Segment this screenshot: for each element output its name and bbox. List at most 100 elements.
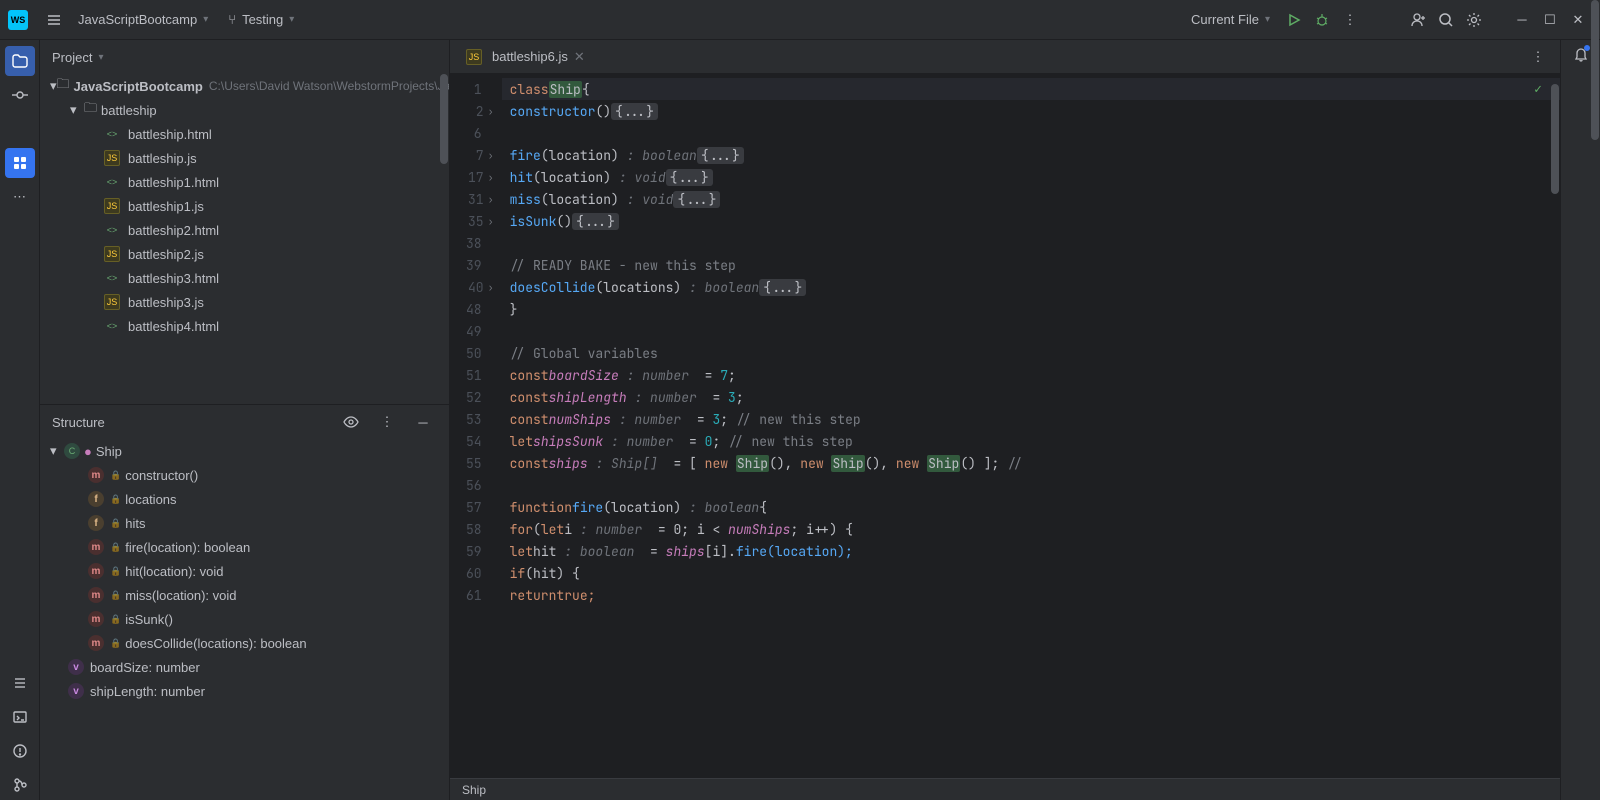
branch-name-label: Testing	[242, 12, 283, 27]
structure-tool-button[interactable]	[5, 148, 35, 178]
app-logo-icon: WS	[8, 10, 28, 30]
run-button[interactable]	[1280, 6, 1308, 34]
file-label: battleship4.html	[128, 319, 219, 334]
fold-icon[interactable]: ›	[488, 193, 494, 206]
structure-global[interactable]: vshipLength: number	[40, 679, 449, 703]
tree-file[interactable]: <>battleship4.html	[40, 314, 449, 338]
structure-member[interactable]: m🔒fire(location): boolean	[40, 535, 449, 559]
tree-folder[interactable]: ▾ 🗀 battleship	[40, 98, 449, 122]
debug-button[interactable]	[1308, 6, 1336, 34]
field-icon: f	[88, 491, 104, 507]
method-icon: m	[88, 563, 104, 579]
close-window-button[interactable]: ✕	[1564, 6, 1592, 34]
tree-file[interactable]: JSbattleship1.js	[40, 194, 449, 218]
vcs-branch-selector[interactable]: ⑂ Testing ▾	[218, 6, 304, 33]
line-number: 40 ›	[466, 276, 494, 298]
line-number: 50	[466, 342, 494, 364]
js-file-icon: JS	[104, 246, 120, 262]
breadcrumb-bar[interactable]: Ship	[450, 778, 1560, 800]
project-selector[interactable]: JavaScriptBootcamp ▾	[68, 6, 218, 33]
todo-tool-button[interactable]	[5, 668, 35, 698]
fold-icon[interactable]: ›	[488, 105, 494, 118]
member-label: constructor()	[125, 468, 198, 483]
structure-member[interactable]: m🔒miss(location): void	[40, 583, 449, 607]
tree-file[interactable]: JSbattleship3.js	[40, 290, 449, 314]
structure-member[interactable]: f🔒hits	[40, 511, 449, 535]
html-file-icon: <>	[104, 222, 120, 238]
structure-global[interactable]: vboardSize: number	[40, 655, 449, 679]
editor-tab[interactable]: JS battleship6.js ✕	[458, 40, 593, 74]
maximize-window-button[interactable]: ☐	[1536, 6, 1564, 34]
line-number: 56	[466, 474, 494, 496]
main-menu-button[interactable]	[40, 6, 68, 34]
class-icon: C	[64, 443, 80, 459]
expand-icon[interactable]: ▾	[50, 443, 64, 459]
line-number: 6	[466, 122, 494, 144]
notifications-button[interactable]	[1573, 46, 1589, 65]
more-tools-button[interactable]: ⋯	[5, 182, 35, 212]
left-tool-strip: ⋯	[0, 40, 40, 800]
structure-member[interactable]: m🔒isSunk()	[40, 607, 449, 631]
structure-member[interactable]: m🔒constructor()	[40, 463, 449, 487]
global-label: boardSize: number	[90, 660, 200, 675]
commit-tool-button[interactable]	[5, 80, 35, 110]
member-label: fire(location): boolean	[125, 540, 250, 555]
chevron-down-icon: ▾	[203, 14, 208, 25]
line-number: 7 ›	[466, 144, 494, 166]
tree-file[interactable]: JSbattleship2.js	[40, 242, 449, 266]
close-tab-button[interactable]: ✕	[574, 49, 585, 65]
breadcrumb-item[interactable]: Ship	[462, 783, 486, 797]
problems-tool-button[interactable]	[5, 736, 35, 766]
chevron-down-icon: ▾	[98, 52, 103, 63]
editor-area: JS battleship6.js ✕ ⋮ 1 2 ›6 7 ›17 ›31 ›…	[450, 40, 1560, 800]
project-panel: Project ▾ ▾ 🗀 JavaScriptBootcamp C:\User…	[40, 40, 450, 800]
line-number: 35 ›	[466, 210, 494, 232]
member-label: isSunk()	[125, 612, 173, 627]
structure-tree[interactable]: ▾ C ● Ship m🔒constructor()f🔒locationsf🔒h…	[40, 439, 449, 800]
tree-file[interactable]: <> battleship2.html	[40, 218, 449, 242]
tree-file[interactable]: <>battleship3.html	[40, 266, 449, 290]
folder-icon: 🗀	[57, 75, 70, 97]
run-config-selector[interactable]: Current File ▾	[1181, 6, 1280, 33]
file-label: battleship3.js	[128, 295, 204, 310]
fold-icon[interactable]: ›	[488, 281, 494, 294]
code-editor[interactable]: 1 2 ›6 7 ›17 ›31 ›35 ›38 39 40 ›48 49 50…	[450, 74, 1560, 778]
tree-file[interactable]: <>battleship.html	[40, 122, 449, 146]
project-tree[interactable]: ▾ 🗀 JavaScriptBootcamp C:\Users\David Wa…	[40, 74, 449, 404]
minimize-window-button[interactable]: ─	[1508, 6, 1536, 34]
tree-file[interactable]: JSbattleship.js	[40, 146, 449, 170]
search-everywhere-button[interactable]	[1432, 6, 1460, 34]
more-actions-button[interactable]: ⋮	[1336, 6, 1364, 34]
expand-icon[interactable]: ▾	[70, 102, 84, 118]
folder-label: battleship	[101, 103, 157, 118]
view-options-button[interactable]	[337, 408, 365, 436]
fold-icon[interactable]: ›	[488, 171, 494, 184]
project-tool-button[interactable]	[5, 46, 35, 76]
line-number: 55	[466, 452, 494, 474]
lock-icon: 🔒	[110, 614, 121, 625]
code-with-me-button[interactable]	[1404, 6, 1432, 34]
fold-icon[interactable]: ›	[488, 149, 494, 162]
structure-member[interactable]: f🔒locations	[40, 487, 449, 511]
tree-file[interactable]: <>battleship1.html	[40, 170, 449, 194]
fold-icon[interactable]: ›	[488, 215, 494, 228]
lock-icon: 🔒	[110, 494, 121, 505]
terminal-tool-button[interactable]	[5, 702, 35, 732]
file-label: battleship2.html	[128, 223, 219, 238]
vcs-tool-button[interactable]	[5, 770, 35, 800]
project-panel-header[interactable]: Project ▾	[40, 40, 449, 74]
editor-more-button[interactable]: ⋮	[1524, 43, 1552, 71]
class-name: Ship	[96, 444, 122, 459]
inspection-ok-icon[interactable]: ✓	[1534, 80, 1542, 97]
structure-member[interactable]: m🔒hit(location): void	[40, 559, 449, 583]
js-file-icon: JS	[466, 49, 482, 65]
structure-class-node[interactable]: ▾ C ● Ship	[40, 439, 449, 463]
lock-icon: 🔒	[110, 470, 121, 481]
line-number: 57	[466, 496, 494, 518]
collapse-panel-button[interactable]: ─	[409, 408, 437, 436]
tree-root[interactable]: ▾ 🗀 JavaScriptBootcamp C:\Users\David Wa…	[40, 74, 449, 98]
structure-more-button[interactable]: ⋮	[373, 408, 401, 436]
code-content[interactable]: class Ship { constructor() {...} fire(lo…	[502, 74, 1560, 778]
settings-button[interactable]	[1460, 6, 1488, 34]
structure-member[interactable]: m🔒doesCollide(locations): boolean	[40, 631, 449, 655]
